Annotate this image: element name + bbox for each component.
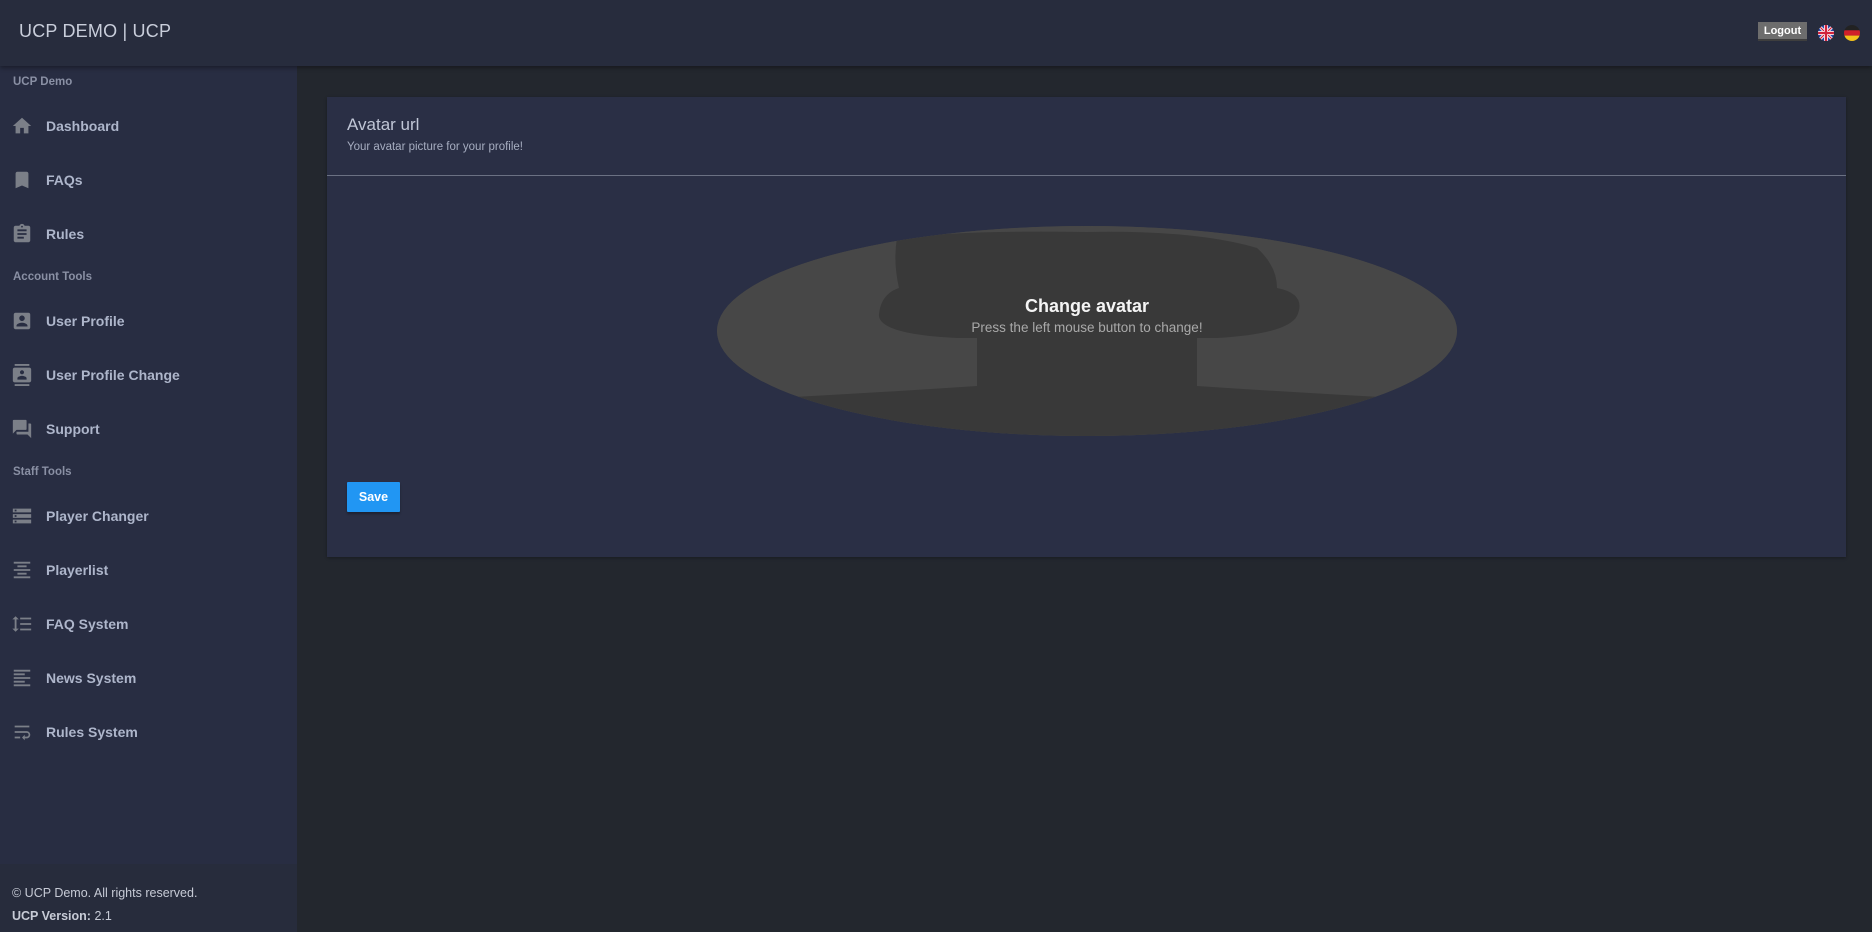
storage-icon [11,505,33,527]
version-value: 2.1 [94,909,112,923]
bookmark-icon [11,169,33,191]
line-spacing-icon [11,613,33,635]
sidebar-item-label: Dashboard [46,118,120,134]
english-flag-icon[interactable] [1818,25,1834,41]
copyright-text: © UCP Demo. All rights reserved. [12,886,198,900]
avatar-hint: Press the left mouse button to change! [971,320,1203,335]
sidebar-item-user-profile-change[interactable]: User Profile Change [0,352,297,398]
version-text: UCP Version: 2.1 [12,909,112,923]
card-title: Avatar url [347,115,420,134]
sidebar-item-label: News System [46,670,137,686]
sidebar-item-user-profile[interactable]: User Profile [0,298,297,344]
sidebar-item-label: Playerlist [46,562,109,578]
sidebar-item-faq-system[interactable]: FAQ System [0,601,297,647]
sidebar-item-label: Rules System [46,724,138,740]
align-left-icon [11,667,33,689]
sidebar-item-news-system[interactable]: News System [0,655,297,701]
sidebar-item-playerlist[interactable]: Playerlist [0,547,297,593]
sidebar-item-player-changer[interactable]: Player Changer [0,493,297,539]
home-icon [11,115,33,137]
version-label: UCP Version: [12,909,91,923]
sidebar-item-label: Support [46,421,100,437]
german-flag-icon[interactable] [1844,25,1860,41]
clipboard-icon [11,223,33,245]
divider [327,175,1846,176]
sidebar-item-label: Player Changer [46,508,149,524]
sidebar-footer: © UCP Demo. All rights reserved. UCP Ver… [0,864,297,932]
avatar-upload[interactable]: Change avatar Press the left mouse butto… [717,226,1457,436]
sidebar-item-rules-system[interactable]: Rules System [0,709,297,755]
sidebar-item-label: User Profile [46,313,125,329]
top-bar: UCP DEMO | UCP Logout [0,0,1872,66]
forum-icon [11,418,33,440]
sidebar-item-dashboard[interactable]: Dashboard [0,103,297,149]
align-center-icon [11,559,33,581]
wrap-text-icon [11,721,33,743]
section-label-staff-tools: Staff Tools [13,466,72,478]
sidebar-item-label: Rules [46,226,85,242]
card-subtitle: Your avatar picture for your profile! [347,141,523,153]
section-label-account-tools: Account Tools [13,271,93,283]
app-title[interactable]: UCP DEMO | UCP [19,21,171,42]
contacts-icon [11,364,33,386]
avatar-title: Change avatar [1024,296,1150,316]
sidebar: UCP Demo Dashboard FAQs Rules Account To… [0,66,297,932]
sidebar-item-faqs[interactable]: FAQs [0,157,297,203]
avatar-card: Avatar url Your avatar picture for your … [327,97,1846,557]
section-label-ucp-demo: UCP Demo [13,76,73,88]
sidebar-item-rules[interactable]: Rules [0,211,297,257]
save-button[interactable]: Save [347,482,400,512]
sidebar-item-label: User Profile Change [46,367,180,383]
account-box-icon [11,310,33,332]
sidebar-item-label: FAQ System [46,616,129,632]
logout-button[interactable]: Logout [1758,22,1807,41]
sidebar-item-label: FAQs [46,172,83,188]
sidebar-item-support[interactable]: Support [0,406,297,452]
